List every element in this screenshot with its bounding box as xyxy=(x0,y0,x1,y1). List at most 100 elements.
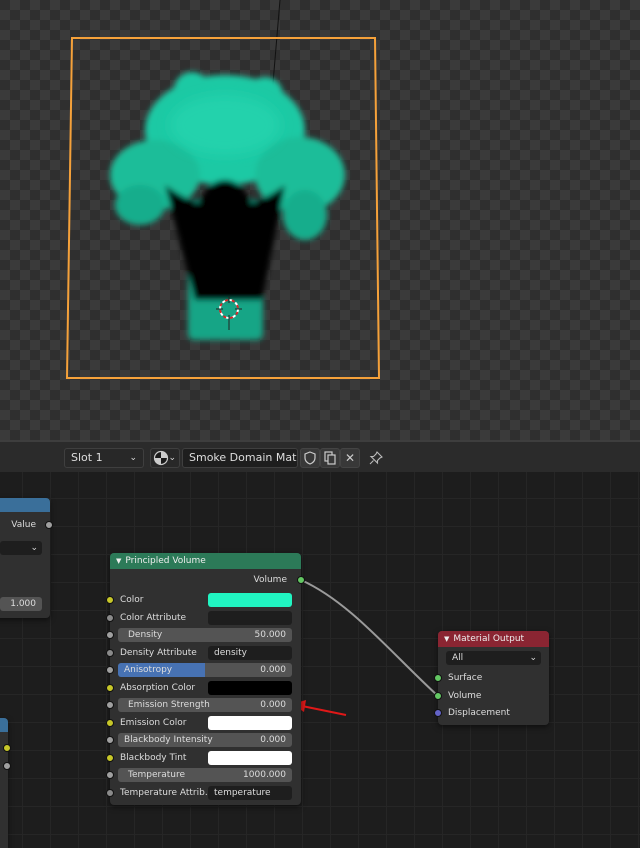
absorption-color-row: Absorption Color xyxy=(106,680,301,696)
emission-strength-row: Emission Strength 0.000 xyxy=(106,697,301,713)
material-sphere-icon xyxy=(153,450,169,466)
material-name-field[interactable]: Smoke Domain Mat... xyxy=(182,448,298,468)
density-row: Density 50.000 xyxy=(106,627,301,643)
node-editor-header: Slot 1 ⌄ ⌄ Smoke Domain Mat... ✕ xyxy=(0,440,640,472)
density-field[interactable]: Density 50.000 xyxy=(118,628,292,642)
blackbody-tint-socket[interactable] xyxy=(106,754,114,762)
value-field[interactable]: 1.000 xyxy=(0,597,42,611)
chevron-down-icon: ⌄ xyxy=(529,653,537,663)
copy-icon xyxy=(324,451,336,465)
displacement-label: Displacement xyxy=(448,708,510,718)
volume-input-socket[interactable] xyxy=(434,692,442,700)
value-number: 1.000 xyxy=(10,599,36,609)
absorption-color-swatch[interactable] xyxy=(208,681,292,695)
collapse-triangle-icon[interactable]: ▼ xyxy=(116,557,121,565)
3d-viewport[interactable] xyxy=(0,0,640,440)
emission-color-socket[interactable] xyxy=(106,719,114,727)
emission-color-row: Emission Color xyxy=(106,715,301,731)
volume-link xyxy=(300,579,439,697)
displacement-input-row: Displacement xyxy=(434,705,549,721)
collapse-triangle-icon[interactable]: ▼ xyxy=(444,635,449,643)
anisotropy-row: Anisotropy 0.000 xyxy=(106,662,301,678)
offscreen-value-socket[interactable] xyxy=(3,762,11,770)
value-output-row: Value xyxy=(0,517,53,533)
density-value: 50.000 xyxy=(254,630,287,640)
value-node[interactable]: Value ⌄ 1.000 xyxy=(0,498,53,618)
output-target-dropdown[interactable]: All ⌄ xyxy=(446,651,541,665)
color-attribute-socket[interactable] xyxy=(106,614,114,622)
emission-color-label: Emission Color xyxy=(120,718,187,728)
principled-volume-node[interactable]: ▼ Principled Volume Volume Color Color At… xyxy=(106,553,305,805)
displacement-socket[interactable] xyxy=(434,709,442,717)
offscreen-color-socket[interactable] xyxy=(3,744,11,752)
value-output-label: Value xyxy=(11,520,36,530)
value-output-socket[interactable] xyxy=(45,521,53,529)
density-socket[interactable] xyxy=(106,631,114,639)
color-attribute-label: Color Attribute xyxy=(120,613,187,623)
volume-input-row: Volume xyxy=(434,688,549,704)
density-attribute-label: Density Attribute xyxy=(120,648,197,658)
emission-color-swatch[interactable] xyxy=(208,716,292,730)
temperature-attribute-socket[interactable] xyxy=(106,789,114,797)
material-browse-button[interactable]: ⌄ xyxy=(150,448,180,468)
chevron-down-icon: ⌄ xyxy=(168,453,176,463)
color-label: Color xyxy=(120,595,144,605)
slot-dropdown[interactable]: Slot 1 ⌄ xyxy=(64,448,144,468)
absorption-color-label: Absorption Color xyxy=(120,683,196,693)
material-name: Smoke Domain Mat... xyxy=(189,451,298,464)
unlink-material-button[interactable]: ✕ xyxy=(340,448,360,468)
color-socket[interactable] xyxy=(106,596,114,604)
blackbody-intensity-value: 0.000 xyxy=(260,735,286,745)
blackbody-tint-swatch[interactable] xyxy=(208,751,292,765)
chevron-down-icon: ⌄ xyxy=(30,543,38,553)
material-output-node[interactable]: ▼ Material Output All ⌄ Surface Volume Di… xyxy=(434,631,549,725)
pin-button[interactable] xyxy=(366,448,386,468)
temperature-field[interactable]: Temperature 1000.000 xyxy=(118,768,292,782)
node-editor-canvas[interactable]: Value ⌄ 1.000 ▼ Principled Volume Volume … xyxy=(0,472,640,848)
temperature-value: 1000.000 xyxy=(243,770,286,780)
volume-output-socket[interactable] xyxy=(297,576,305,584)
temperature-label: Temperature xyxy=(128,770,186,780)
density-label: Density xyxy=(128,630,163,640)
surface-input-row: Surface xyxy=(434,670,549,686)
slot-label: Slot 1 xyxy=(71,451,103,464)
volume-output-row: Volume xyxy=(110,572,305,588)
blackbody-tint-row: Blackbody Tint xyxy=(106,750,301,766)
fake-user-button[interactable] xyxy=(300,448,320,468)
offscreen-node-header[interactable] xyxy=(0,718,8,732)
principled-volume-title: Principled Volume xyxy=(125,556,206,566)
temperature-attribute-value: temperature xyxy=(214,788,271,798)
color-attribute-field[interactable] xyxy=(208,611,292,625)
temperature-attribute-field[interactable]: temperature xyxy=(208,786,292,800)
temperature-row: Temperature 1000.000 xyxy=(106,767,301,783)
absorption-color-socket[interactable] xyxy=(106,684,114,692)
value-node-header[interactable] xyxy=(0,498,50,512)
anisotropy-label: Anisotropy xyxy=(124,665,173,675)
density-attribute-field[interactable]: density xyxy=(208,646,292,660)
close-icon: ✕ xyxy=(344,451,356,465)
value-dropdown[interactable]: ⌄ xyxy=(0,541,42,555)
anisotropy-slider[interactable]: Anisotropy 0.000 xyxy=(118,663,292,677)
material-output-header[interactable]: ▼ Material Output xyxy=(438,631,549,647)
new-material-button[interactable] xyxy=(320,448,340,468)
density-attribute-socket[interactable] xyxy=(106,649,114,657)
material-output-title: Material Output xyxy=(453,634,525,644)
blackbody-intensity-socket[interactable] xyxy=(106,736,114,744)
anisotropy-socket[interactable] xyxy=(106,666,114,674)
anisotropy-value: 0.000 xyxy=(260,665,286,675)
temperature-attribute-label: Temperature Attrib... xyxy=(120,788,214,798)
surface-label: Surface xyxy=(448,673,483,683)
principled-volume-header[interactable]: ▼ Principled Volume xyxy=(110,553,301,569)
offscreen-node[interactable] xyxy=(0,718,11,848)
volume-input-label: Volume xyxy=(448,691,482,701)
color-swatch[interactable] xyxy=(208,593,292,607)
temperature-attribute-row: Temperature Attrib... temperature xyxy=(106,785,301,801)
temperature-socket[interactable] xyxy=(106,771,114,779)
blackbody-intensity-field[interactable]: Blackbody Intensity 0.000 xyxy=(118,733,292,747)
emission-strength-field[interactable]: Emission Strength 0.000 xyxy=(118,698,292,712)
surface-socket[interactable] xyxy=(434,674,442,682)
emission-strength-socket[interactable] xyxy=(106,701,114,709)
chevron-down-icon: ⌄ xyxy=(129,453,137,463)
output-target-value: All xyxy=(452,653,464,663)
blackbody-intensity-label: Blackbody Intensity xyxy=(124,735,213,745)
